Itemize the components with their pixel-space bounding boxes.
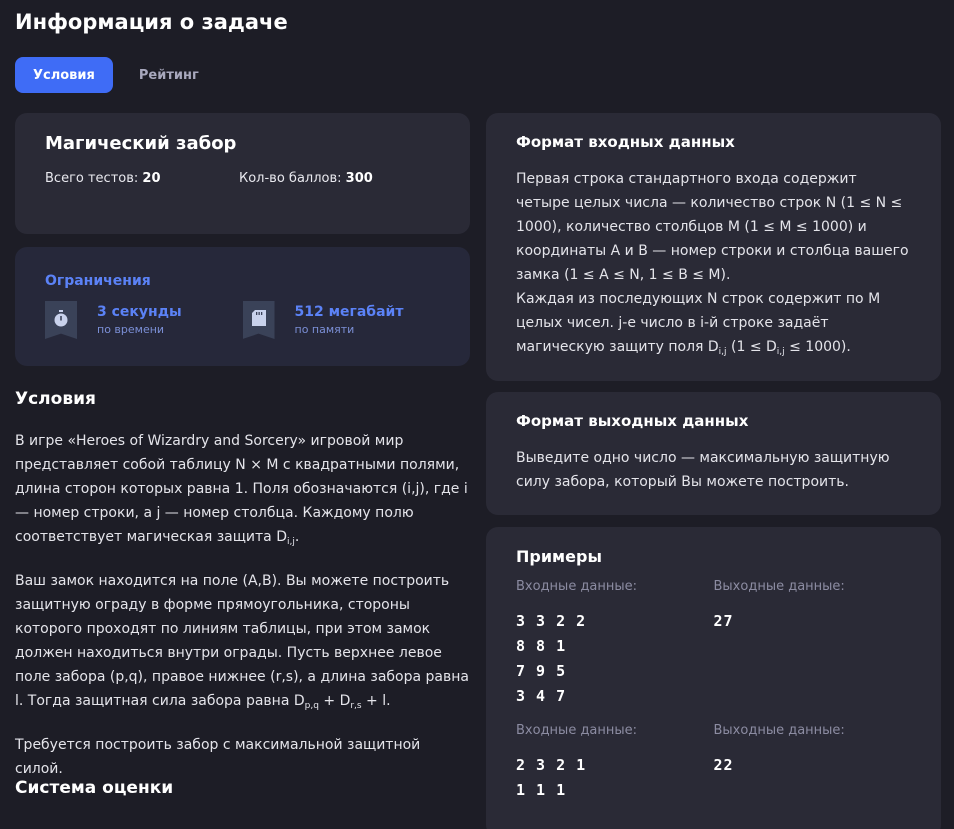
tab-conditions[interactable]: Условия: [15, 57, 113, 93]
examples-card: Примеры Входные данные: 3 3 2 2 8 8 1 7 …: [486, 527, 941, 829]
memory-limit-value: 512 мегабайт: [294, 304, 404, 320]
example-input-label: Входные данные:: [516, 579, 638, 594]
tab-rating[interactable]: Рейтинг: [121, 57, 217, 93]
limits-title: Ограничения: [45, 273, 151, 289]
scoring-heading: Система оценки: [15, 778, 174, 798]
time-limit: 3 секунды по времени: [45, 301, 243, 339]
output-format-card: Формат выходных данных Выведите одно чис…: [486, 392, 941, 515]
input-format-card: Формат входных данных Первая строка стан…: [486, 113, 941, 381]
stopwatch-icon: [45, 301, 77, 339]
example-output-data[interactable]: 22: [714, 753, 912, 778]
example-output-data[interactable]: 27: [714, 609, 912, 634]
conditions-paragraph-1: В игре «Heroes of Wizardry and Sorcery» …: [15, 433, 468, 547]
conditions-paragraph-2: Ваш замок находится на поле (A,B). Вы мо…: [15, 573, 469, 711]
page-title: Информация о задаче: [15, 10, 288, 34]
limits-card: Ограничения 3 секунды по времени 512 мег…: [15, 247, 470, 366]
tab-bar: Условия Рейтинг: [15, 57, 217, 93]
memory-limit: 512 мегабайт по памяти: [242, 301, 441, 339]
input-format-heading: Формат входных данных: [516, 133, 735, 151]
tests-value: 20: [142, 171, 161, 186]
tests-label: Всего тестов:: [45, 171, 139, 186]
example-output-label: Выходные данные:: [713, 579, 845, 594]
input-format-text: Первая строка стандартного входа содержи…: [516, 171, 909, 357]
points-value: 300: [345, 171, 373, 186]
time-limit-label: по времени: [97, 323, 165, 336]
output-format-heading: Формат выходных данных: [516, 412, 749, 430]
example-output-label: Выходные данные:: [713, 723, 845, 738]
memory-card-icon: [242, 301, 275, 339]
memory-limit-label: по памяти: [294, 323, 355, 336]
points-label: Кол-во баллов:: [239, 171, 342, 186]
conditions-heading: Условия: [15, 389, 96, 409]
conditions-text: В игре «Heroes of Wizardry and Sorcery» …: [15, 429, 470, 801]
example-1: Входные данные: 3 3 2 2 8 8 1 7 9 5 3 4 …: [516, 579, 911, 709]
example-input-label: Входные данные:: [516, 723, 638, 738]
examples-heading: Примеры: [516, 547, 602, 566]
example-input-data[interactable]: 2 3 2 1 1 1 1: [516, 753, 714, 803]
tests-count: Всего тестов: 20: [45, 171, 239, 186]
example-input-data[interactable]: 3 3 2 2 8 8 1 7 9 5 3 4 7: [516, 609, 714, 709]
time-limit-value: 3 секунды: [97, 304, 182, 320]
example-2: Входные данные: 2 3 2 1 1 1 1 Выходные д…: [516, 723, 911, 803]
task-summary-card: Магический забор Всего тестов: 20 Кол-во…: [15, 113, 470, 234]
task-name: Магический забор: [45, 133, 237, 154]
conditions-paragraph-3: Требуется построить забор с максимальной…: [15, 737, 421, 777]
output-format-text: Выведите одно число — максимальную защит…: [516, 450, 890, 490]
points-count: Кол-во баллов: 300: [239, 171, 433, 186]
